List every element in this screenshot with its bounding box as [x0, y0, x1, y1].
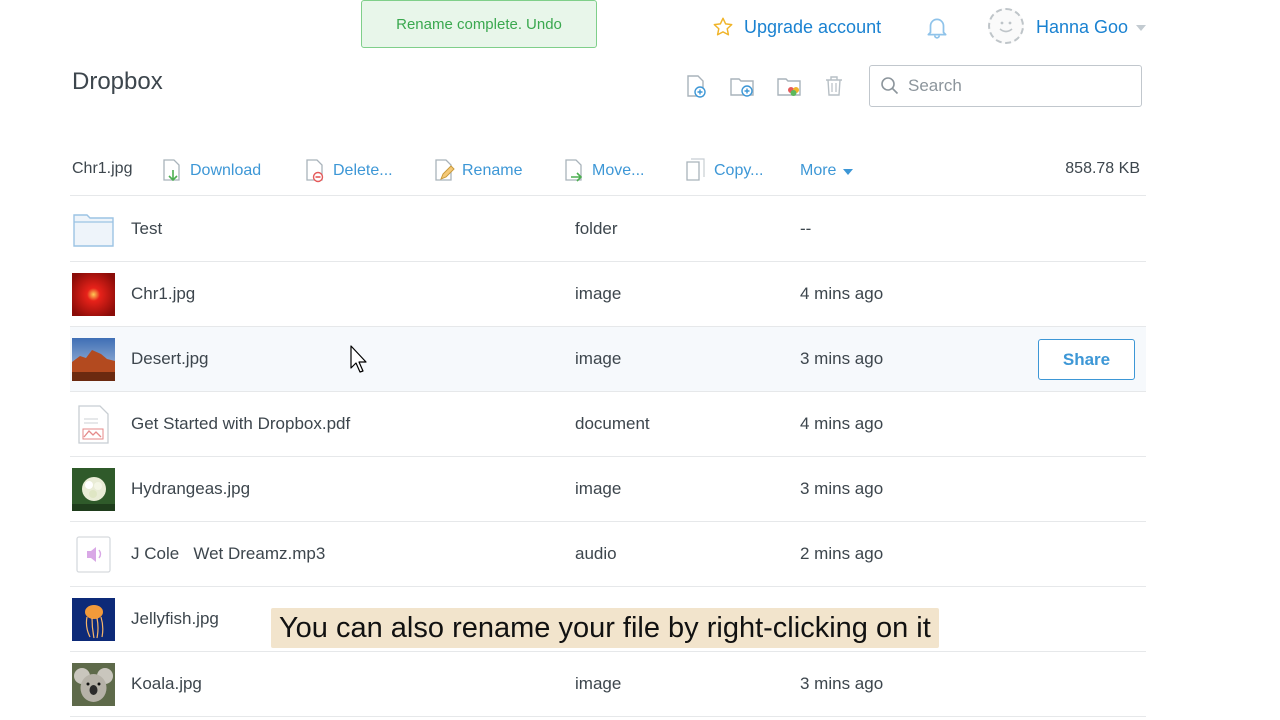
file-name[interactable]: Chr1.jpg — [131, 262, 195, 326]
file-modified: -- — [800, 219, 812, 238]
download-icon — [163, 159, 180, 182]
avatar[interactable] — [988, 8, 1024, 44]
file-action-bar: Chr1.jpg Download Delete... Rename Move.… — [70, 146, 1146, 196]
user-menu[interactable]: Hanna Goo — [1036, 12, 1147, 42]
file-size: 858.78 KB — [1065, 160, 1140, 177]
undo-link[interactable]: Undo — [526, 16, 562, 33]
file-modified: 3 mins ago — [800, 479, 884, 498]
file-modified: 2 mins ago — [800, 544, 884, 563]
file-modified: 4 mins ago — [800, 414, 884, 433]
delete-label: Delete... — [333, 162, 393, 179]
download-label: Download — [190, 162, 262, 179]
bell-icon[interactable] — [924, 14, 950, 40]
table-row[interactable]: Chr1.jpg image 4 mins ago — [70, 262, 1146, 327]
file-name[interactable]: Koala.jpg — [131, 652, 202, 716]
koala-thumbnail — [72, 663, 115, 706]
rename-icon — [435, 159, 455, 181]
toast-message: Rename complete. — [396, 15, 523, 33]
jellyfish-thumbnail — [72, 598, 115, 641]
delete-icon — [306, 159, 324, 183]
download-button[interactable]: Download — [160, 158, 261, 184]
trash-icon[interactable] — [821, 73, 847, 99]
share-button[interactable]: Share — [1038, 339, 1135, 380]
search-box[interactable] — [869, 65, 1142, 107]
video-caption: You can also rename your file by right-c… — [271, 608, 939, 648]
file-name[interactable]: Get Started with Dropbox.pdf — [131, 392, 350, 456]
file-name[interactable]: Hydrangeas.jpg — [131, 457, 250, 521]
file-name[interactable]: Jellyfish.jpg — [131, 587, 219, 651]
table-row[interactable]: Get Started with Dropbox.pdf document 4 … — [70, 392, 1146, 457]
smiley-icon — [999, 21, 1013, 33]
desert-thumbnail — [72, 338, 115, 381]
file-name[interactable]: Desert.jpg — [131, 327, 208, 391]
star-icon — [713, 17, 733, 36]
copy-button[interactable]: Copy... — [684, 158, 764, 184]
folder-icon — [73, 214, 114, 247]
rename-button[interactable]: Rename — [432, 158, 522, 184]
chevron-down-icon — [1136, 25, 1147, 31]
file-kind: image — [575, 674, 622, 693]
mouse-cursor-icon — [350, 345, 367, 373]
move-icon — [565, 159, 583, 182]
username-label: Hanna Goo — [1036, 16, 1129, 37]
file-modified: 4 mins ago — [800, 284, 884, 303]
table-row[interactable]: Koala.jpg image 3 mins ago — [70, 652, 1146, 717]
table-row[interactable]: J Cole Wet Dreamz.mp3 audio 2 mins ago — [70, 522, 1146, 587]
rename-label: Rename — [462, 162, 523, 179]
file-name[interactable]: J Cole Wet Dreamz.mp3 — [131, 522, 325, 586]
chevron-down-icon — [843, 169, 854, 175]
file-kind: audio — [575, 544, 617, 563]
file-kind: document — [575, 414, 650, 433]
more-label: More — [800, 162, 837, 179]
table-row[interactable]: Test folder -- — [70, 197, 1146, 262]
file-modified: 3 mins ago — [800, 674, 884, 693]
file-kind: image — [575, 349, 622, 368]
table-row[interactable]: Desert.jpg image 3 mins ago Share — [70, 327, 1146, 392]
selected-file-name: Chr1.jpg — [72, 160, 133, 177]
new-folder-icon[interactable] — [729, 73, 755, 99]
upgrade-account-link[interactable]: Upgrade account — [712, 12, 881, 42]
file-name[interactable]: Test — [131, 197, 162, 261]
move-label: Move... — [592, 162, 645, 179]
file-kind: image — [575, 479, 622, 498]
new-file-icon[interactable] — [683, 73, 709, 99]
upgrade-label: Upgrade account — [744, 16, 882, 37]
page-title: Dropbox — [72, 68, 163, 95]
audio-icon — [76, 536, 111, 573]
pdf-icon — [78, 405, 109, 444]
search-icon — [881, 77, 899, 95]
copy-icon — [686, 158, 705, 181]
delete-button[interactable]: Delete... — [303, 158, 393, 184]
file-kind: folder — [575, 219, 618, 238]
search-input[interactable] — [908, 76, 1128, 96]
rename-toast: Rename complete. Undo — [361, 0, 597, 48]
more-dropdown[interactable]: More — [800, 158, 854, 184]
copy-label: Copy... — [714, 162, 764, 179]
file-modified: 3 mins ago — [800, 349, 884, 368]
red-flower-thumbnail — [72, 273, 115, 316]
hydrangeas-thumbnail — [72, 468, 115, 511]
shared-folder-icon[interactable] — [776, 73, 802, 99]
move-button[interactable]: Move... — [562, 158, 644, 184]
file-kind: image — [575, 284, 622, 303]
table-row[interactable]: Hydrangeas.jpg image 3 mins ago — [70, 457, 1146, 522]
